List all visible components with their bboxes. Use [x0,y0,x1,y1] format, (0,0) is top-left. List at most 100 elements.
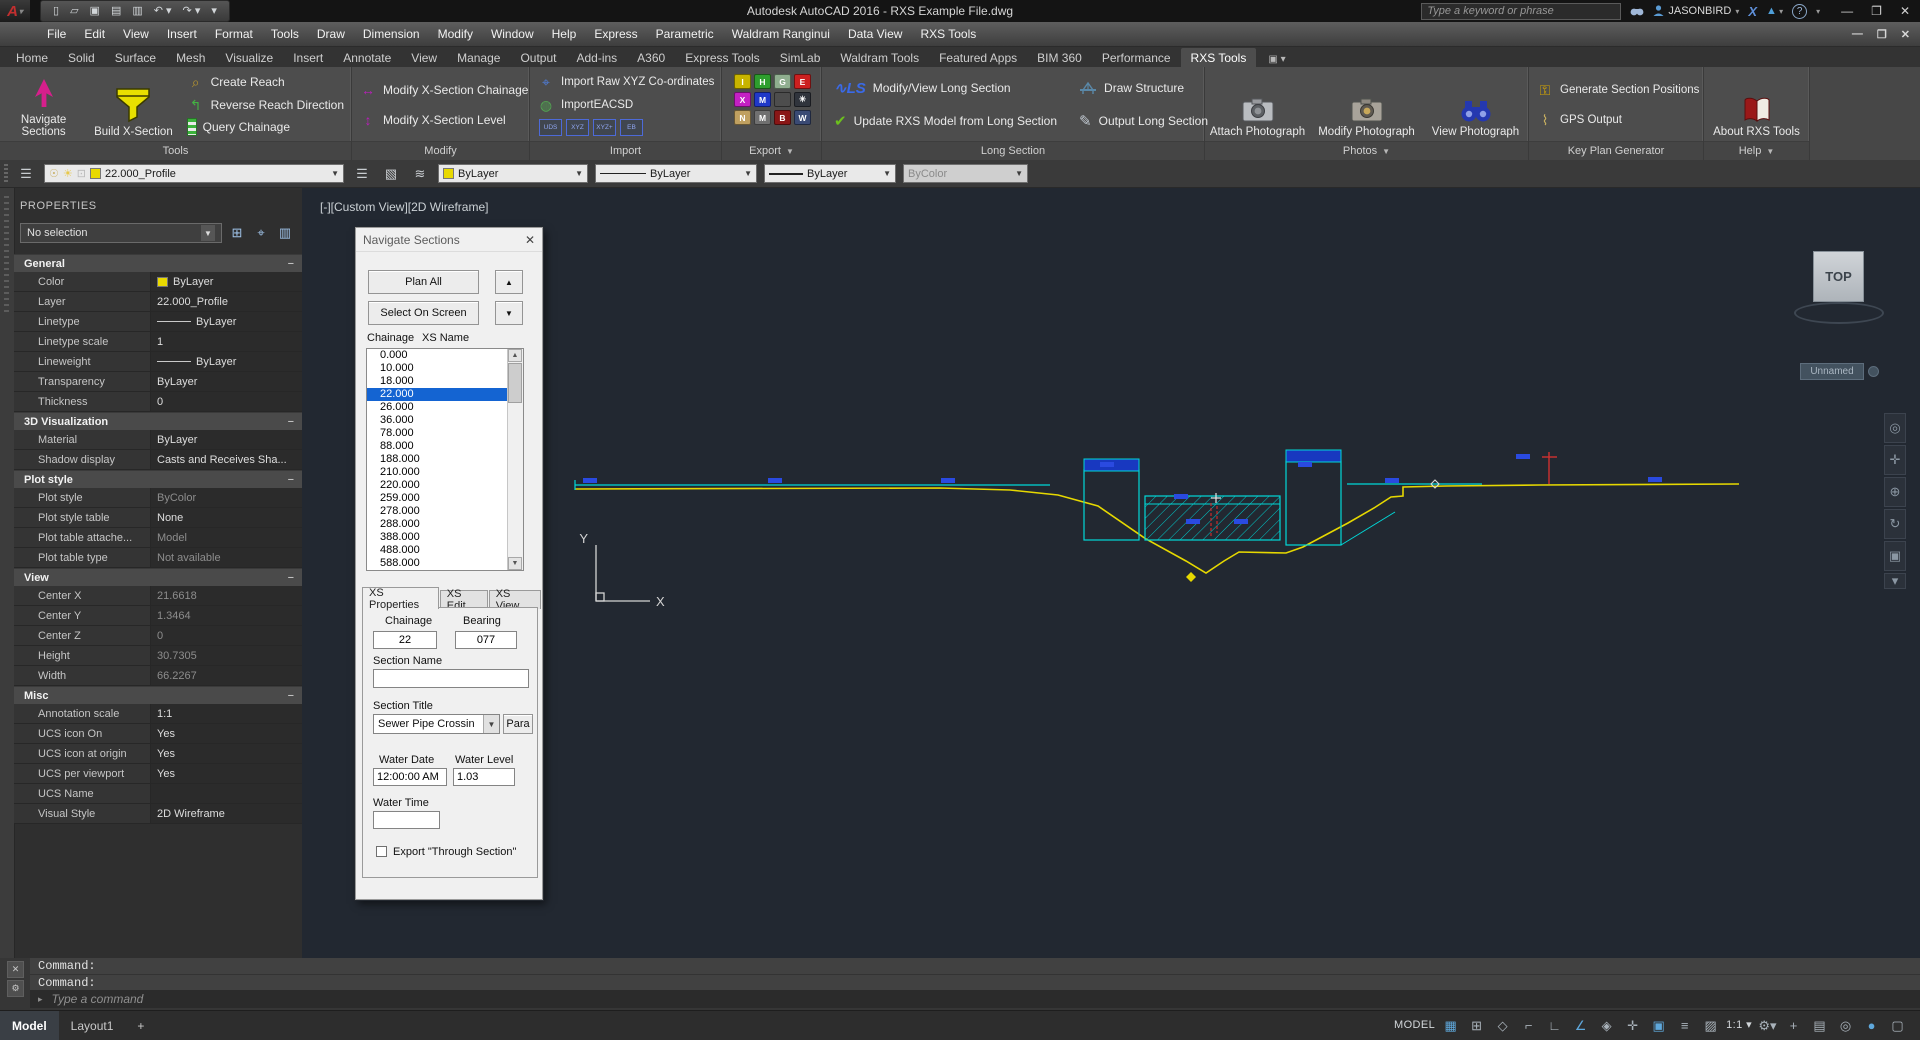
polar-tracking-icon[interactable]: ∠ [1568,1016,1593,1036]
ribbon-minimize-icon[interactable]: ▣ ▾ [1262,52,1291,67]
property-row[interactable]: Plot table attache... Model [14,528,302,548]
chainage-item[interactable]: 388.000 [367,531,523,544]
ortho-mode-icon[interactable]: ∟ [1542,1016,1567,1036]
grid-display-icon[interactable]: ▦ [1438,1016,1463,1036]
chainage-item[interactable]: 588.000 [367,557,523,570]
model-space-button[interactable]: MODEL [1392,1016,1437,1036]
object-snap-tracking-icon[interactable]: ✛ [1620,1016,1645,1036]
close-button[interactable]: ✕ [1900,4,1910,18]
modify-xsection-level-button[interactable]: ↕ Modify X-Section Level [359,109,528,130]
import-format-button[interactable]: UDS [539,119,562,136]
quick-select-icon[interactable]: ▥ [276,224,294,242]
transparency-icon[interactable]: ▨ [1698,1016,1723,1036]
export-format-button[interactable]: H [754,74,771,89]
property-row[interactable]: Linetype scale 1 [14,332,302,352]
linetype-select[interactable]: ByLayer ▼ [595,164,757,183]
ribbon-tab[interactable]: SimLab [770,48,831,67]
toolbar-grip[interactable] [4,164,8,184]
import-format-button[interactable]: EB [620,119,643,136]
viewcube-compass-ring[interactable] [1794,302,1884,324]
import-eacsd-button[interactable]: ◍ ImportEACSD [537,94,714,115]
chainage-item[interactable]: 22.000 [367,388,523,401]
menu-item[interactable]: Parametric [647,27,723,41]
search-binoculars-icon[interactable] [1630,6,1644,17]
para-button[interactable]: Para [503,714,533,734]
chainage-item[interactable]: 259.000 [367,492,523,505]
navbar-menu-icon[interactable]: ▾ [1884,573,1906,589]
menu-item[interactable]: Help [543,27,586,41]
annotation-scale-button[interactable]: 1:1 ▾ [1724,1016,1754,1036]
command-close-icon[interactable]: ✕ [7,961,24,978]
scroll-up-icon[interactable]: ▲ [508,349,522,362]
new-layout-button[interactable]: + [125,1011,156,1040]
viewport-controls-label[interactable]: [-][Custom View][2D Wireframe] [320,200,488,214]
property-row[interactable]: UCS icon On Yes [14,724,302,744]
property-row[interactable]: Color ByLayer [14,272,302,292]
chainage-item[interactable]: 26.000 [367,401,523,414]
export-format-button[interactable]: ✳ [794,92,811,107]
property-row[interactable]: Thickness 0 [14,392,302,412]
navigate-sections-button[interactable]: Navigate Sections [0,67,87,142]
ribbon-tab[interactable]: RXS Tools [1181,48,1257,67]
chainage-item[interactable]: 18.000 [367,375,523,388]
collapse-icon[interactable]: − [288,258,294,270]
snap-mode-icon[interactable]: ⊞ [1464,1016,1489,1036]
isometric-drafting-icon[interactable]: ◈ [1594,1016,1619,1036]
save-as-icon[interactable]: ▤ [111,6,121,17]
reverse-reach-direction-button[interactable]: ↰ Reverse Reach Direction [187,95,344,115]
export-through-section-checkbox[interactable] [376,846,387,857]
menu-item[interactable]: Express [585,27,646,41]
menu-item[interactable]: Modify [429,27,482,41]
annotation-monitor-icon[interactable]: + [1781,1016,1806,1036]
section-header-general[interactable]: General− [14,254,302,272]
menu-item[interactable]: Draw [308,27,354,41]
ribbon-tab[interactable]: Performance [1092,48,1181,67]
build-x-section-button[interactable]: Build X-Section [87,67,179,142]
panel-label-help[interactable]: Help▼ [1704,141,1809,160]
property-row[interactable]: Visual Style 2D Wireframe [14,804,302,824]
export-format-button[interactable]: B [774,110,791,125]
property-row[interactable]: UCS per viewport Yes [14,764,302,784]
export-format-button[interactable]: I [734,74,751,89]
dialog-title-bar[interactable]: Navigate Sections ✕ [356,228,542,252]
hardware-acceleration-icon[interactable]: ● [1859,1016,1884,1036]
menu-item[interactable]: Dimension [354,27,429,41]
ribbon-tab[interactable]: Output [510,48,566,67]
dialog-tab[interactable]: XS Properties [362,587,439,609]
ribbon-tab[interactable]: View [401,48,447,67]
clean-screen-icon[interactable]: ▢ [1885,1016,1910,1036]
scroll-thumb[interactable] [508,363,522,403]
layer-lock-icon[interactable]: ⊡ [77,167,86,180]
export-format-button[interactable] [774,92,791,107]
dynamic-input-icon[interactable]: ⌐ [1516,1016,1541,1036]
lineweight-icon[interactable]: ≡ [1672,1016,1697,1036]
property-row[interactable]: Material ByLayer [14,430,302,450]
select-on-screen-button[interactable]: Select On Screen [368,301,479,325]
section-down-button[interactable]: ▼ [495,301,523,325]
section-name-field[interactable] [373,669,529,688]
property-row[interactable]: Plot style ByColor [14,488,302,508]
viewcube[interactable]: TOP [1813,251,1864,302]
collapse-icon[interactable]: − [288,572,294,584]
ribbon-tab[interactable]: Surface [105,48,166,67]
water-date-field[interactable] [373,768,447,786]
layout1-tab[interactable]: Layout1 [59,1011,126,1040]
chainage-item[interactable]: 78.000 [367,427,523,440]
ribbon-tab[interactable]: A360 [627,48,675,67]
create-reach-button[interactable]: ⌕ Create Reach [187,72,344,92]
property-row[interactable]: Center Y 1.3464 [14,606,302,626]
collapse-icon[interactable]: − [288,690,294,702]
chainage-item[interactable]: 88.000 [367,440,523,453]
pan-icon[interactable]: ✛ [1884,445,1906,475]
isolate-objects-icon[interactable]: ◎ [1833,1016,1858,1036]
doc-restore-button[interactable]: ❐ [1877,28,1887,41]
open-file-icon[interactable]: ▱ [70,6,78,17]
undo-icon[interactable]: ↶ ▾ [154,6,172,17]
property-row[interactable]: UCS Name [14,784,302,804]
modify-view-long-section-button[interactable]: ∿LS Modify/View Long Section [834,79,1057,97]
chainage-item[interactable]: 36.000 [367,414,523,427]
chainage-item[interactable]: 278.000 [367,505,523,518]
export-format-button[interactable]: M [754,92,771,107]
object-type-select[interactable]: No selection ▼ [20,223,222,243]
layer-on-icon[interactable]: ☉ [49,167,59,180]
